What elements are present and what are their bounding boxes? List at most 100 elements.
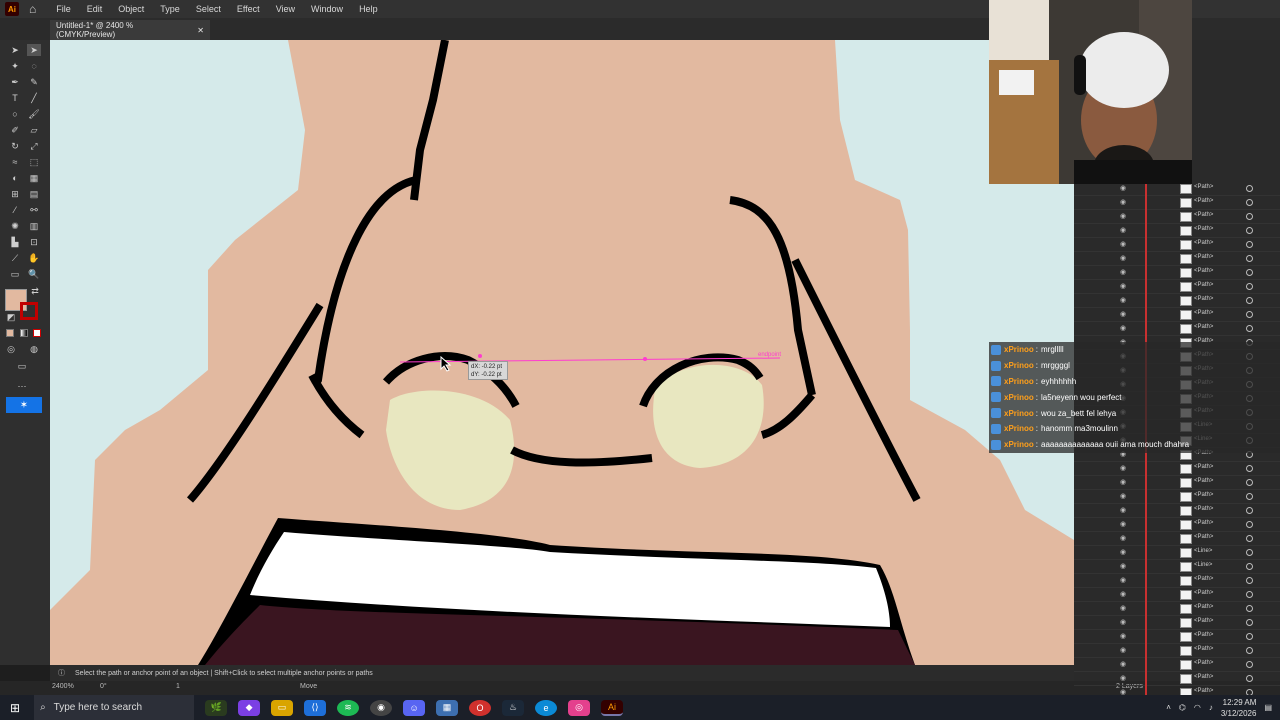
visibility-eye-icon[interactable]: ◉ [1120, 618, 1128, 626]
visibility-eye-icon[interactable]: ◉ [1120, 520, 1128, 528]
visibility-eye-icon[interactable]: ◉ [1120, 646, 1128, 654]
tray-chevron-icon[interactable]: ˄ [1166, 703, 1171, 712]
layer-row[interactable]: ◉ <Path> [1074, 182, 1280, 196]
target-circle-icon[interactable] [1246, 479, 1253, 486]
print-tiling-icon[interactable]: ▭ [8, 268, 22, 280]
illustrator-taskbar-icon[interactable]: Ai [601, 699, 624, 716]
visibility-eye-icon[interactable]: ◉ [1120, 254, 1128, 262]
layer-row[interactable]: ◉ <Path> [1074, 322, 1280, 336]
visibility-eye-icon[interactable]: ◉ [1120, 632, 1128, 640]
visibility-eye-icon[interactable]: ◉ [1120, 674, 1128, 682]
target-circle-icon[interactable] [1246, 311, 1253, 318]
visibility-eye-icon[interactable]: ◉ [1120, 660, 1128, 668]
graph-tool-icon[interactable]: ▙ [8, 236, 22, 248]
generative-tool-icon[interactable]: ✶ [6, 397, 42, 413]
menu-file[interactable]: File [52, 4, 75, 14]
type-tool-icon[interactable]: T [8, 92, 22, 104]
zoom-tool-icon[interactable]: 🔍 [27, 268, 41, 280]
clock[interactable]: 12:29 AM 3/12/2026 [1221, 697, 1257, 719]
hand-tool-icon[interactable]: ✋ [27, 252, 41, 264]
target-circle-icon[interactable] [1246, 535, 1253, 542]
target-circle-icon[interactable] [1246, 577, 1253, 584]
layer-row[interactable]: ◉ <Path> [1074, 630, 1280, 644]
target-circle-icon[interactable] [1246, 647, 1253, 654]
visibility-eye-icon[interactable]: ◉ [1120, 534, 1128, 542]
target-circle-icon[interactable] [1246, 325, 1253, 332]
target-circle-icon[interactable] [1246, 185, 1253, 192]
shaper-tool-icon[interactable]: ✐ [8, 124, 22, 136]
taskbar-search[interactable]: ⌕ Type here to search [34, 695, 195, 720]
home-icon[interactable]: ⌂ [29, 2, 36, 16]
rotation-value[interactable]: 0° [100, 683, 107, 690]
color-mode-icon[interactable] [6, 329, 14, 337]
slice-tool-icon[interactable]: ⟋ [8, 252, 22, 264]
menu-object[interactable]: Object [114, 4, 148, 14]
shape-builder-icon[interactable]: ◐ [8, 172, 22, 184]
file-explorer-icon[interactable]: ▭ [271, 699, 294, 716]
menu-window[interactable]: Window [307, 4, 347, 14]
network-icon[interactable]: ⌬ [1179, 703, 1186, 712]
visibility-eye-icon[interactable]: ◉ [1120, 478, 1128, 486]
lasso-icon[interactable]: ◌ [27, 60, 41, 72]
perspective-grid-icon[interactable]: ▦ [27, 172, 41, 184]
visibility-eye-icon[interactable]: ◉ [1120, 268, 1128, 276]
more-tools-icon[interactable]: ⋯ [15, 380, 29, 392]
target-circle-icon[interactable] [1246, 563, 1253, 570]
layer-row[interactable]: ◉ <Path> [1074, 644, 1280, 658]
layer-row[interactable]: ◉ <Path> [1074, 252, 1280, 266]
swap-colors-icon[interactable]: ⇄ [28, 285, 42, 297]
draw-mode-icon[interactable]: ◎ [4, 343, 18, 355]
layer-row[interactable]: ◉ <Path> [1074, 294, 1280, 308]
volume-icon[interactable]: ♪ [1209, 703, 1213, 712]
edge-icon[interactable]: e [535, 699, 558, 716]
layer-row[interactable]: ◉ <Path> [1074, 658, 1280, 672]
screen-mode-icon[interactable]: ▭ [15, 360, 29, 372]
notifications-icon[interactable]: ▤ [1264, 703, 1272, 712]
visibility-eye-icon[interactable]: ◉ [1120, 590, 1128, 598]
layer-row[interactable]: ◉ <Path> [1074, 224, 1280, 238]
layer-row[interactable]: ◉ <Line> [1074, 560, 1280, 574]
target-circle-icon[interactable] [1246, 241, 1253, 248]
target-circle-icon[interactable] [1246, 633, 1253, 640]
visibility-eye-icon[interactable]: ◉ [1120, 562, 1128, 570]
instagram-icon[interactable]: ◎ [568, 699, 591, 716]
artboard-canvas[interactable]: endpoint [50, 40, 1074, 665]
column-graph-icon[interactable]: ▥ [27, 220, 41, 232]
target-circle-icon[interactable] [1246, 507, 1253, 514]
visibility-eye-icon[interactable]: ◉ [1120, 492, 1128, 500]
copilot-icon[interactable]: ◆ [238, 699, 261, 716]
layer-row[interactable]: ◉ <Path> [1074, 602, 1280, 616]
layer-row[interactable]: ◉ <Path> [1074, 308, 1280, 322]
visibility-eye-icon[interactable]: ◉ [1120, 184, 1128, 192]
stroke-color-swatch[interactable] [20, 302, 38, 320]
visibility-eye-icon[interactable]: ◉ [1120, 310, 1128, 318]
layer-row[interactable]: ◉ <Path> [1074, 574, 1280, 588]
layer-row[interactable]: ◉ <Path> [1074, 196, 1280, 210]
layer-row[interactable]: ◉ <Line> [1074, 546, 1280, 560]
visibility-eye-icon[interactable]: ◉ [1120, 548, 1128, 556]
zoom-level[interactable]: 2400% [52, 683, 74, 690]
visibility-eye-icon[interactable]: ◉ [1120, 324, 1128, 332]
target-circle-icon[interactable] [1246, 661, 1253, 668]
target-circle-icon[interactable] [1246, 213, 1253, 220]
menu-type[interactable]: Type [156, 4, 184, 14]
target-circle-icon[interactable] [1246, 227, 1253, 234]
visibility-eye-icon[interactable]: ◉ [1120, 212, 1128, 220]
visibility-eye-icon[interactable]: ◉ [1120, 604, 1128, 612]
selection-tool-icon[interactable]: ➤ [8, 44, 22, 56]
target-circle-icon[interactable] [1246, 255, 1253, 262]
layer-row[interactable]: ◉ <Path> [1074, 490, 1280, 504]
blend-tool-icon[interactable]: ⚯ [27, 204, 41, 216]
paintbrush-icon[interactable]: 🖌 [27, 108, 41, 120]
eraser-icon[interactable]: ▱ [27, 124, 41, 136]
layer-row[interactable]: ◉ <Path> [1074, 462, 1280, 476]
magic-wand-icon[interactable]: ✦ [8, 60, 22, 72]
layer-row[interactable]: ◉ <Path> [1074, 616, 1280, 630]
opera-icon[interactable]: O [469, 699, 492, 716]
target-circle-icon[interactable] [1246, 521, 1253, 528]
artboard-tool-icon[interactable]: ⊡ [27, 236, 41, 248]
ellipse-tool-icon[interactable]: ○ [8, 108, 22, 120]
spotify-icon[interactable]: ≋ [337, 699, 360, 716]
menu-help[interactable]: Help [355, 4, 382, 14]
scale-tool-icon[interactable]: ⤢ [27, 140, 41, 152]
